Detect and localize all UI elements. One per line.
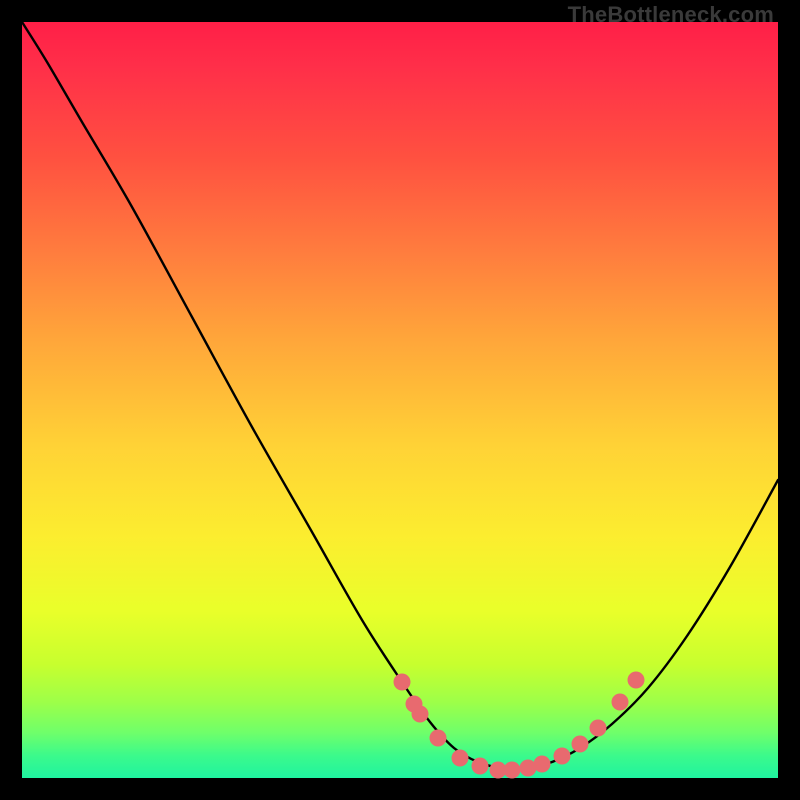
marker-dot (534, 756, 551, 773)
marker-dot (628, 672, 645, 689)
marker-dot (452, 750, 469, 767)
marker-dot (572, 736, 589, 753)
bottleneck-curve (22, 22, 778, 769)
marker-dot (394, 674, 411, 691)
marker-dot (504, 762, 521, 779)
marker-dot (554, 748, 571, 765)
chart-svg (22, 22, 778, 778)
marker-dot (412, 706, 429, 723)
marker-dot (612, 694, 629, 711)
chart-frame (22, 22, 778, 778)
marker-dot (430, 730, 447, 747)
marker-dot (472, 758, 489, 775)
marker-dot (590, 720, 607, 737)
